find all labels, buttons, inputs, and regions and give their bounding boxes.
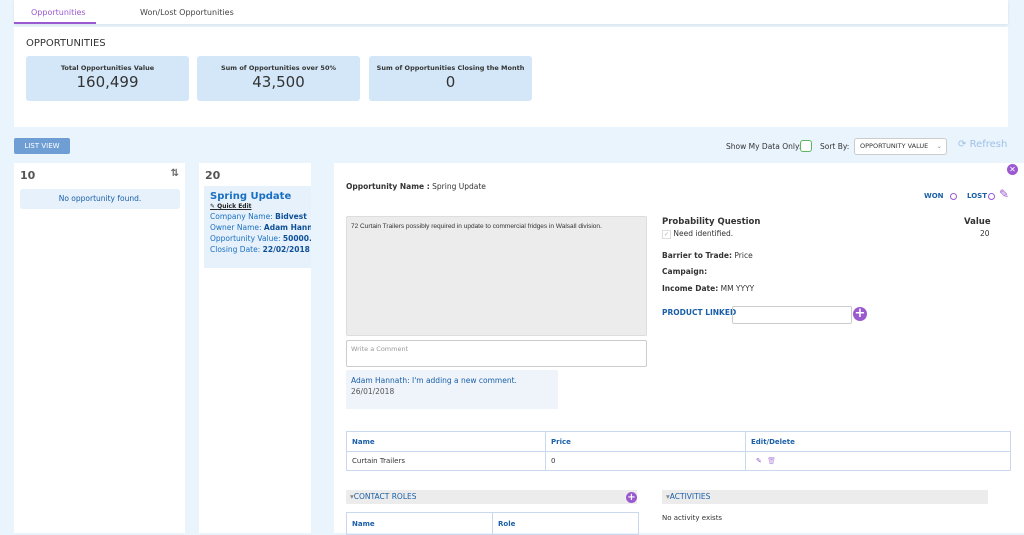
show-my-data-label: Show My Data Only: bbox=[726, 142, 802, 151]
lost-label: LOST bbox=[967, 192, 987, 200]
tab-opportunities[interactable]: Opportunities bbox=[31, 8, 86, 17]
col-header-name: Name bbox=[346, 512, 493, 535]
section-title: ACTIVITIES bbox=[669, 492, 711, 501]
value-row: Opportunity Value: 50000.00 bbox=[210, 233, 311, 244]
product-name: Curtain Trailers bbox=[346, 451, 546, 471]
close-icon[interactable]: ✕ bbox=[1007, 164, 1018, 175]
company-row: Company Name: Bidvest bbox=[210, 211, 311, 222]
income-value: MM YYYY bbox=[720, 284, 755, 293]
probability-item-label: Need identified. bbox=[673, 229, 734, 238]
field-label: Company Name: bbox=[210, 212, 273, 221]
tab-won-lost[interactable]: Won/Lost Opportunities bbox=[140, 8, 234, 17]
col-header-role: Role bbox=[492, 512, 639, 535]
table-row: Curtain Trailers 0 ✎ 🗑 bbox=[346, 451, 1011, 471]
quick-edit-link[interactable]: ✎ Quick Edit bbox=[210, 203, 311, 210]
col-header-edit-delete: Edit/Delete bbox=[745, 431, 1011, 452]
summary-panel: OPPORTUNITIES Total Opportunities Value 1… bbox=[14, 27, 1008, 127]
no-activity-text: No activity exists bbox=[662, 514, 723, 522]
comment-input[interactable]: Write a Comment bbox=[346, 340, 647, 367]
stat-card-over-50: Sum of Opportunities over 50% 43,500 bbox=[197, 56, 360, 101]
products-table: Name Price Edit/Delete Curtain Trailers 0 ✎ … bbox=[346, 431, 1011, 471]
field-label: Income Date: bbox=[662, 284, 719, 293]
field-label: Owner Name: bbox=[210, 223, 262, 232]
contact-roles-header[interactable]: ▾CONTACT ROLES bbox=[346, 490, 637, 504]
active-tab-indicator bbox=[14, 22, 96, 24]
stat-card-closing: Sum of Opportunities Closing the Month 0 bbox=[369, 56, 532, 101]
refresh-button[interactable]: ⟳ Refresh bbox=[958, 139, 1007, 150]
field-label: Opportunity Name : bbox=[346, 182, 430, 191]
campaign-label: Campaign: bbox=[662, 267, 708, 276]
column-number: 20 bbox=[205, 169, 221, 182]
comment-text: Adam Hannath: I'm adding a new comment. bbox=[351, 376, 517, 385]
product-input[interactable] bbox=[732, 306, 852, 324]
field-label: Closing Date: bbox=[210, 245, 261, 254]
column-number: 10 bbox=[20, 169, 36, 182]
lost-radio[interactable] bbox=[988, 193, 995, 200]
product-linked-label: PRODUCT LINKED bbox=[662, 308, 737, 317]
field-label: Opportunity Value: bbox=[210, 234, 281, 243]
opportunity-card[interactable]: Spring Update ✎ Quick Edit Company Name:… bbox=[204, 186, 311, 268]
quick-edit-label: Quick Edit bbox=[217, 203, 252, 210]
stat-value: 43,500 bbox=[252, 73, 305, 91]
opportunity-name: Opportunity Name : Spring Update bbox=[346, 182, 486, 191]
add-contact-button[interactable]: + bbox=[626, 492, 637, 503]
chevron-down-icon: ⌄ bbox=[936, 142, 942, 150]
stat-value: 160,499 bbox=[76, 73, 139, 91]
show-my-data-checkbox[interactable] bbox=[800, 140, 812, 152]
checkbox-checked[interactable]: ✓ bbox=[662, 230, 672, 239]
won-label: WON bbox=[924, 192, 944, 200]
income-row: Income Date: MM YYYY bbox=[662, 284, 754, 293]
company-value: Bidvest bbox=[275, 212, 307, 221]
barrier-value: Price bbox=[734, 251, 753, 260]
summary-title: OPPORTUNITIES bbox=[26, 38, 106, 49]
probability-item: ✓ Need identified. bbox=[662, 229, 734, 239]
field-label: Barrier to Trade: bbox=[662, 251, 732, 260]
sort-toggle-icon[interactable]: ⇅ bbox=[171, 168, 179, 179]
sort-by-select[interactable]: OPPORTUNITY VALUE ⌄ bbox=[854, 138, 947, 155]
opportunity-name-value: Spring Update bbox=[432, 182, 486, 191]
col-header-price: Price bbox=[545, 431, 746, 452]
refresh-label: Refresh bbox=[969, 139, 1008, 150]
closing-row: Closing Date: 22/02/2018 bbox=[210, 244, 311, 255]
edit-icon[interactable]: ✎ bbox=[999, 187, 1009, 201]
opportunity-value: 50000.00 bbox=[282, 234, 311, 243]
sort-value: OPPORTUNITY VALUE bbox=[860, 142, 929, 150]
owner-row: Owner Name: Adam Hannath bbox=[210, 222, 311, 233]
sort-by-label: Sort By: bbox=[820, 142, 850, 151]
pencil-icon: ✎ bbox=[210, 203, 216, 210]
comment-item: Adam Hannath: I'm adding a new comment. … bbox=[346, 370, 558, 409]
barrier-row: Barrier to Trade: Price bbox=[662, 251, 753, 260]
stat-card-total: Total Opportunities Value 160,499 bbox=[26, 56, 189, 101]
comment-date: 26/01/2018 bbox=[351, 387, 395, 396]
contact-roles-table: Name Role bbox=[346, 512, 639, 535]
col-header-name: Name bbox=[346, 431, 546, 452]
empty-message: No opportunity found. bbox=[20, 189, 180, 209]
probability-title: Probability Question bbox=[662, 217, 761, 227]
closing-date: 22/02/2018 bbox=[262, 245, 310, 254]
description-box[interactable]: 72 Curtain Trailers possibly required in… bbox=[346, 216, 647, 336]
activities-header[interactable]: ▾ACTIVITIES bbox=[662, 490, 988, 504]
stat-label: Sum of Opportunities Closing the Month bbox=[376, 64, 525, 72]
product-price: 0 bbox=[545, 451, 746, 471]
opportunity-title[interactable]: Spring Update bbox=[210, 191, 311, 202]
tab-bar: Opportunities Won/Lost Opportunities bbox=[14, 0, 1008, 24]
stat-value: 0 bbox=[445, 73, 456, 91]
owner-value: Adam Hannath bbox=[263, 223, 311, 232]
stage-column-10: 10 ⇅ No opportunity found. bbox=[14, 163, 185, 533]
trash-icon[interactable]: 🗑 bbox=[767, 457, 776, 465]
pencil-icon[interactable]: ✎ bbox=[756, 457, 762, 465]
value-header: Value bbox=[964, 217, 991, 227]
stat-label: Sum of Opportunities over 50% bbox=[220, 64, 336, 72]
list-view-button[interactable]: LIST VIEW bbox=[14, 138, 70, 154]
add-product-button[interactable]: + bbox=[853, 307, 867, 321]
refresh-icon: ⟳ bbox=[958, 139, 967, 150]
stat-label: Total Opportunities Value bbox=[60, 64, 155, 72]
won-radio[interactable] bbox=[950, 193, 957, 200]
section-title: CONTACT ROLES bbox=[353, 492, 417, 501]
value-number: 20 bbox=[980, 229, 990, 238]
